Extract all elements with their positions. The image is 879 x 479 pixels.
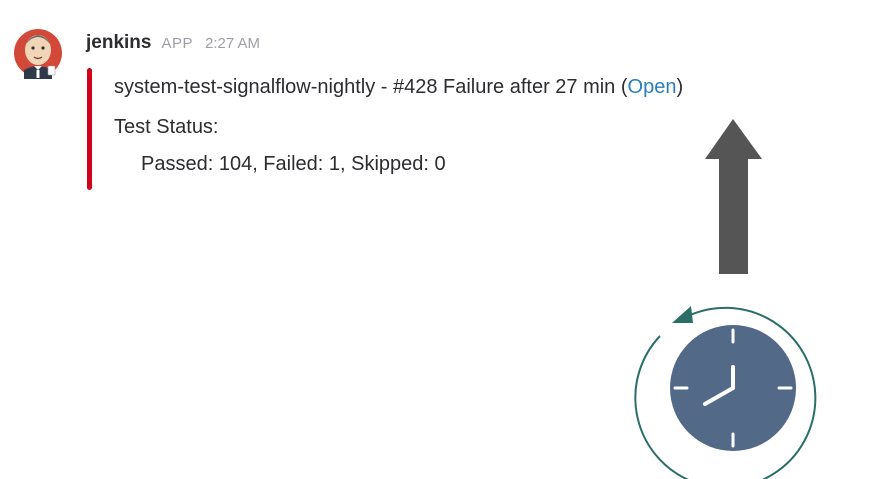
clock-graphic — [634, 119, 817, 479]
up-arrow-icon — [705, 119, 762, 274]
clock-icon — [670, 325, 796, 451]
